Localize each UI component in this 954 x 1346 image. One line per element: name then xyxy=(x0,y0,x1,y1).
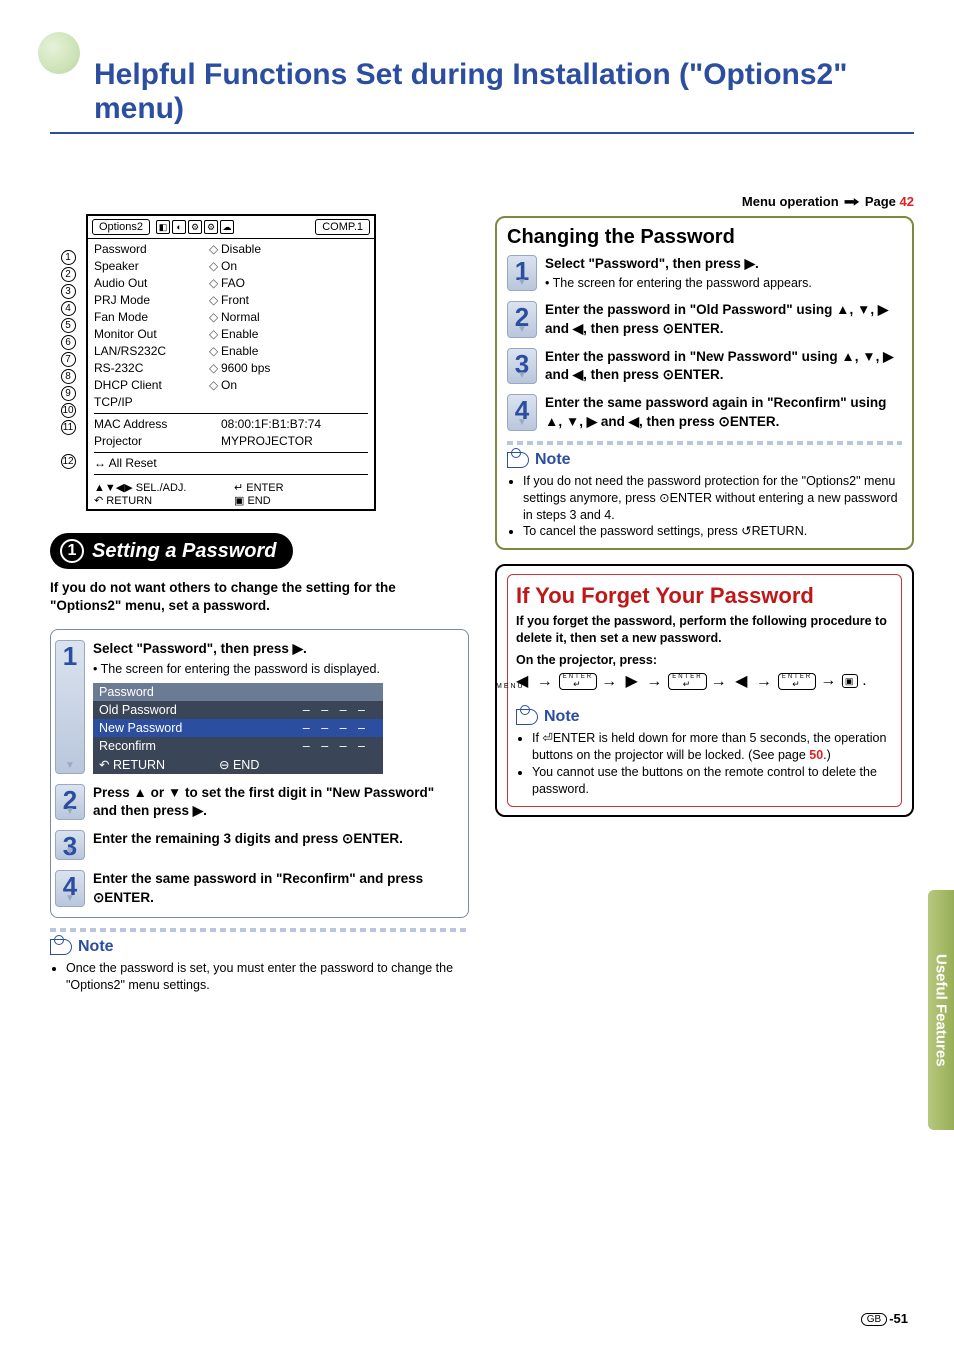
forget-password-title: If You Forget Your Password xyxy=(516,583,893,609)
forget-password-intro: If you forget the password, perform the … xyxy=(516,613,893,647)
osd-tab-icons: ◧◐⚙⚙☁ xyxy=(156,220,234,234)
setting-password-intro: If you do not want others to change the … xyxy=(50,579,469,615)
step-badge: 1 xyxy=(55,640,85,773)
step-sub: • The screen for entering the password i… xyxy=(93,661,458,677)
section-side-tab: Useful Features xyxy=(928,890,954,1130)
setting-password-steps: 1 Select "Password", then press ▶. • The… xyxy=(50,629,469,917)
decorative-dot xyxy=(38,32,80,74)
note-label: Note xyxy=(507,451,902,469)
options2-osd-diagram: 1 2 3 4 5 6 7 8 9 10 11 12 Options2 xyxy=(50,214,469,511)
page-ref-link[interactable]: 42 xyxy=(900,194,914,209)
osd-input-label: COMP.1 xyxy=(315,219,370,235)
step-badge: 3 xyxy=(55,830,85,860)
step-heading: Enter the password in "Old Password" usi… xyxy=(545,301,902,337)
changing-password-title: Changing the Password xyxy=(507,226,902,249)
password-entry-osd: Password Old Password– – – – New Passwor… xyxy=(93,683,383,774)
step-heading: Select "Password", then press ▶. xyxy=(545,255,902,273)
step-heading: Enter the same password again in "Reconf… xyxy=(545,394,902,430)
step-badge: 3 xyxy=(507,348,537,384)
note-divider xyxy=(50,928,469,932)
button-sequence: ◀ → ENTER↵ → ▶ → ENTER↵ → ◀ → ENTER↵ → ▣… xyxy=(516,671,893,702)
step-heading: Enter the same password in "Reconfirm" a… xyxy=(93,870,458,906)
note-body: Once the password is set, you must enter… xyxy=(50,960,469,994)
page-footer: GB-51 xyxy=(861,1311,908,1326)
changing-password-box: Changing the Password 1 Select "Password… xyxy=(495,216,914,550)
step-badge: 2 xyxy=(507,301,537,337)
note-body: If you do not need the password protecti… xyxy=(507,473,902,541)
step-badge: 4 xyxy=(507,394,537,430)
page-ref-link[interactable]: 50 xyxy=(809,748,823,762)
page-title: Helpful Functions Set during Installatio… xyxy=(50,30,914,134)
step-badge: 1 xyxy=(507,255,537,291)
step-sub: • The screen for entering the password a… xyxy=(545,275,902,291)
step-heading: Select "Password", then press ▶. xyxy=(93,640,458,658)
step-heading: Enter the password in "New Password" usi… xyxy=(545,348,902,384)
forget-password-box: If You Forget Your Password If you forge… xyxy=(495,564,914,816)
section-heading-setting-password: 1 Setting a Password xyxy=(50,533,293,569)
step-heading: Enter the remaining 3 digits and press ⊙… xyxy=(93,830,458,848)
step-heading: Press ▲ or ▼ to set the first digit in "… xyxy=(93,784,458,820)
note-divider xyxy=(507,441,902,445)
note-label: Note xyxy=(516,708,893,726)
note-label: Note xyxy=(50,938,469,956)
note-body: If ⏎ENTER is held down for more than 5 s… xyxy=(516,730,893,798)
step-badge: 4 xyxy=(55,870,85,906)
osd-tab-label: Options2 xyxy=(92,219,150,235)
osd-callout-numbers: 1 2 3 4 5 6 7 8 9 10 11 12 xyxy=(50,214,86,511)
on-projector-label: On the projector, press: xyxy=(516,653,893,667)
menu-operation-ref: Menu operation ➡ Page 42 xyxy=(495,194,914,210)
step-badge: 2 xyxy=(55,784,85,820)
